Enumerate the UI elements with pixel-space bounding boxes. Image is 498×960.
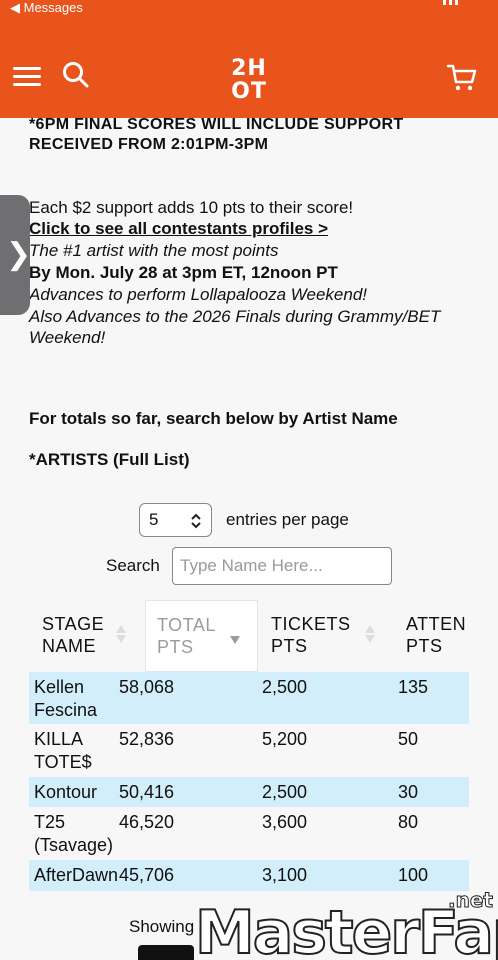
chevron-right-icon: ❯ <box>6 238 32 271</box>
rule-line-3: Also Advances to the 2026 Finals during … <box>29 307 441 326</box>
menu-icon[interactable] <box>13 67 41 87</box>
cell-total-pts: 52,836 <box>119 729 175 749</box>
entries-per-page-select[interactable]: 5 <box>139 503 212 537</box>
cell-stage-name: Kellen Fescina <box>34 677 98 720</box>
logo-mark: 2H OT <box>231 56 267 104</box>
artists-table: STAGE NAME TOTAL PTS TICKETS PTS ATTEN P… <box>29 600 469 891</box>
artists-heading: *ARTISTS (Full List) <box>29 450 190 469</box>
cell-tickets-pts: 2,500 <box>262 782 308 802</box>
cell-total-pts: 50,416 <box>119 782 175 802</box>
entries-value: 5 <box>149 510 159 529</box>
status-bar: ◀ Messages <box>0 0 498 22</box>
svg-text:2H: 2H <box>231 56 267 81</box>
cell-tickets-pts: 3,600 <box>262 812 308 832</box>
entries-label: entries per page <box>226 510 349 529</box>
column-header-total-pts[interactable]: TOTAL PTS <box>145 600 258 672</box>
sort-desc-icon <box>230 636 240 644</box>
profiles-link[interactable]: Click to see all contestants profiles > <box>29 219 328 239</box>
table-row[interactable]: KILLA TOTE$ 52,836 5,200 50 <box>29 724 469 777</box>
watermark-logo: MasterFap .net <box>194 888 498 960</box>
support-info: Each $2 support adds 10 pts to their sco… <box>29 198 354 217</box>
search-placeholder: Type Name Here... <box>180 556 323 575</box>
rule-line-2: Advances to perform Lollapalooza Weekend… <box>29 285 367 304</box>
rule-line-4: Weekend! <box>29 328 106 347</box>
cell-stage-name: Kontour <box>34 782 98 802</box>
search-icon[interactable] <box>62 61 90 89</box>
cell-tickets-pts: 3,100 <box>262 865 308 885</box>
cell-atten-pts: 30 <box>398 782 419 802</box>
cart-icon[interactable] <box>446 62 478 92</box>
search-input[interactable]: Type Name Here... <box>172 547 392 585</box>
cell-total-pts: 46,520 <box>119 812 175 832</box>
table-row[interactable]: T25 (Tsavage) 46,520 3,600 80 <box>29 807 469 860</box>
site-header: 2H OT <box>0 22 498 118</box>
svg-text:OT: OT <box>231 79 267 101</box>
site-logo[interactable]: 2H OT <box>221 55 277 104</box>
cell-atten-pts: 50 <box>398 729 419 749</box>
cell-total-pts: 45,706 <box>119 865 175 885</box>
cell-tickets-pts: 5,200 <box>262 729 308 749</box>
totals-heading: For totals so far, search below by Artis… <box>29 409 398 428</box>
side-drawer-tab[interactable]: ❯ <box>0 195 32 315</box>
search-label: Search <box>106 556 160 575</box>
watermark-suffix: .net <box>448 888 493 912</box>
column-header-tickets-pts[interactable]: TICKETS PTS <box>259 600 389 672</box>
back-to-messages[interactable]: ◀ Messages <box>10 0 83 16</box>
sort-icon <box>365 625 375 643</box>
cell-stage-name: AfterDawn <box>34 865 119 885</box>
deadline-line: By Mon. July 28 at 3pm ET, 12noon PT <box>29 263 338 282</box>
rule-line-1: The #1 artist with the most points <box>29 241 279 260</box>
notice-line-1: *6PM FINAL SCORES WILL INCLUDE SUPPORT <box>29 118 404 133</box>
column-header-atten-pts[interactable]: ATTEN PTS <box>389 600 469 672</box>
cell-stage-name: KILLA TOTE$ <box>34 729 92 772</box>
table-row[interactable]: Kellen Fescina 58,068 2,500 135 <box>29 672 469 724</box>
cell-total-pts: 58,068 <box>119 677 175 697</box>
showing-info: Showing <box>129 917 195 936</box>
cell-stage-name: T25 (Tsavage) <box>34 812 114 855</box>
column-header-stage-name[interactable]: STAGE NAME <box>29 600 144 672</box>
table-row[interactable]: Kontour 50,416 2,500 30 <box>29 777 469 807</box>
cell-atten-pts: 100 <box>398 865 429 885</box>
cell-tickets-pts: 2,500 <box>262 677 308 697</box>
cell-atten-pts: 135 <box>398 677 429 697</box>
cell-atten-pts: 80 <box>398 812 419 832</box>
table-header: STAGE NAME TOTAL PTS TICKETS PTS ATTEN P… <box>29 600 469 672</box>
notice-line-2: RECEIVED FROM 2:01PM-3PM <box>29 136 269 153</box>
signal-icon <box>443 0 458 5</box>
chevron-updown-icon <box>191 513 201 529</box>
pagination-button[interactable] <box>138 945 194 960</box>
sort-icon <box>116 625 126 643</box>
